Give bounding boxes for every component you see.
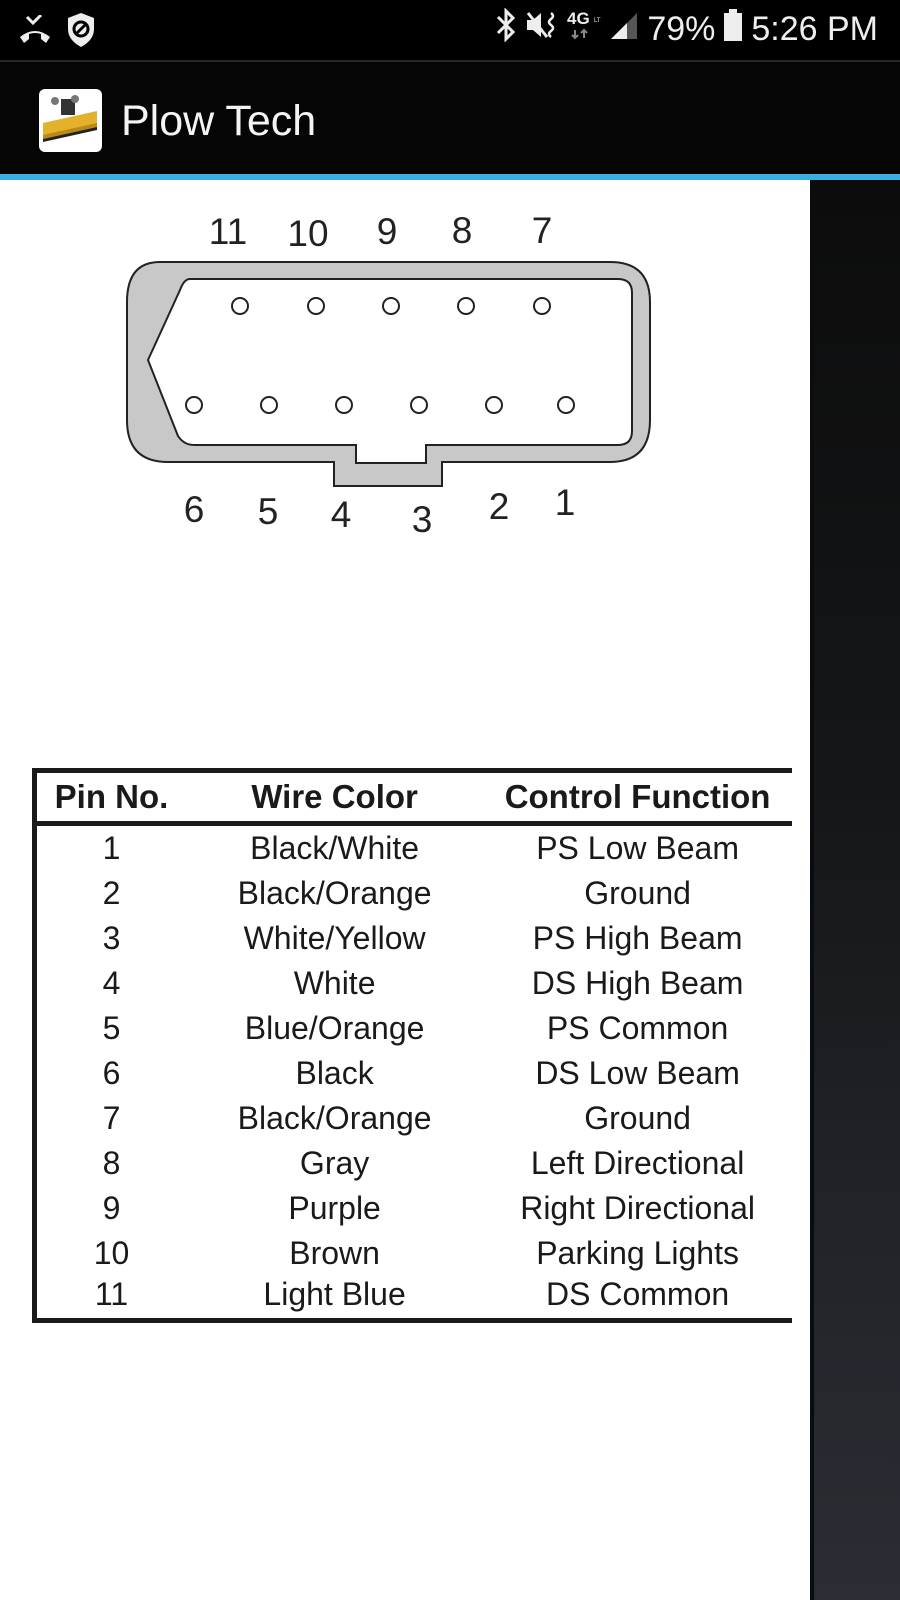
battery-icon: [723, 8, 743, 51]
status-bar: 4G LTE 79% 5:26 PM: [0, 0, 900, 60]
snow-plow-icon[interactable]: [39, 89, 102, 152]
app-title: Plow Tech: [121, 97, 317, 145]
bluetooth-icon: [495, 7, 517, 51]
header-wire-color: Wire Color: [186, 768, 484, 826]
table-row: 8 Gray Left Directional: [35, 1141, 793, 1186]
table-header-row: Pin No. Wire Color Control Function: [34, 768, 792, 826]
pin-number-label: 7: [532, 210, 553, 251]
wire-color-cell: Gray: [299, 1145, 370, 1181]
pin-hole: [260, 396, 278, 414]
control-function-cell: Left Directional: [530, 1145, 745, 1181]
pin-number-cell: 9: [102, 1190, 121, 1226]
pinout-table: Pin No. Wire Color Control Function 1 Bla…: [32, 768, 792, 1323]
pin-hole: [457, 297, 475, 315]
control-function-cell: Parking Lights: [536, 1235, 739, 1271]
header-pin-no: Pin No.: [34, 768, 187, 826]
control-function-cell: DS Low Beam: [535, 1055, 740, 1091]
pin-hole: [557, 396, 575, 414]
pin-number-cell: 3: [102, 920, 121, 956]
shield-block-icon: [66, 12, 96, 53]
pin-hole: [485, 396, 503, 414]
svg-text:4G: 4G: [567, 9, 590, 28]
control-function-cell: Ground: [584, 1100, 691, 1136]
wire-color-cell: White/Yellow: [243, 920, 426, 956]
pin-number-cell: 8: [102, 1145, 121, 1181]
missed-call-icon: [18, 13, 52, 50]
vibrate-mute-icon: [525, 10, 559, 49]
side-panel: [810, 180, 900, 1600]
control-function-cell: PS Common: [546, 1010, 729, 1046]
clock: 5:26 PM: [751, 10, 878, 48]
pin-number-cell: 5: [102, 1010, 121, 1046]
wire-color-cell: Brown: [289, 1235, 380, 1271]
pin-number-cell: 10: [93, 1235, 130, 1271]
wire-color-cell: White: [293, 965, 376, 1001]
pin-hole: [533, 297, 551, 315]
table-row: 5 Blue/Orange PS Common: [35, 1006, 793, 1051]
control-function-cell: Right Directional: [520, 1190, 755, 1226]
control-function-cell: DS Common: [483, 1276, 792, 1323]
pin-hole: [335, 396, 353, 414]
pin-number-cell: 1: [102, 830, 121, 866]
pin-hole: [185, 396, 203, 414]
pin-number-cell: 11: [34, 1276, 187, 1323]
control-function-cell: PS Low Beam: [536, 830, 739, 866]
control-function-cell: Ground: [584, 875, 691, 911]
app-bar: Plow Tech: [0, 62, 900, 174]
pin-hole: [410, 396, 428, 414]
pin-number-label: 2: [489, 486, 510, 527]
side-panel-edge: [810, 180, 814, 1600]
pin-number-label: 10: [287, 213, 328, 254]
pin-number-label: 3: [412, 499, 433, 540]
table-row: 9 Purple Right Directional: [35, 1186, 793, 1231]
control-function-cell: DS High Beam: [531, 965, 744, 1001]
pin-number-cell: 6: [102, 1055, 121, 1091]
table-row: 3 White/Yellow PS High Beam: [35, 916, 793, 961]
pin-hole: [307, 297, 325, 315]
wire-color-cell: Black: [295, 1055, 374, 1091]
pin-number-label: 5: [258, 491, 279, 532]
header-control-function: Control Function: [483, 768, 792, 826]
wire-color-cell: Black/Orange: [237, 1100, 432, 1136]
pin-number-label: 8: [452, 210, 473, 251]
wire-color-cell: Black/Orange: [237, 875, 432, 911]
battery-percent: 79%: [647, 10, 716, 48]
control-function-cell: PS High Beam: [532, 920, 743, 956]
wire-color-cell: Blue/Orange: [244, 1010, 425, 1046]
table-row: 6 Black DS Low Beam: [35, 1051, 793, 1096]
pin-number-label: 4: [331, 494, 352, 535]
pin-number-label: 1: [555, 482, 576, 523]
pin-number-label: 9: [377, 211, 398, 252]
4g-lte-icon: 4G LTE: [567, 8, 605, 51]
table-row: 4 White DS High Beam: [35, 961, 793, 1006]
pin-number-cell: 4: [102, 965, 121, 1001]
svg-text:LTE: LTE: [594, 18, 601, 24]
wire-color-cell: Black/White: [250, 830, 420, 866]
table-row: 10 Brown Parking Lights: [35, 1231, 793, 1276]
table-row: 2 Black/Orange Ground: [35, 871, 793, 916]
pin-number-label: 11: [209, 211, 247, 252]
wire-color-cell: Purple: [288, 1190, 381, 1226]
pin-hole: [382, 297, 400, 315]
pin-number-label: 6: [184, 489, 205, 530]
signal-icon: [609, 10, 639, 49]
table-row: 7 Black/Orange Ground: [35, 1096, 793, 1141]
pin-hole: [231, 297, 249, 315]
connector-diagram: 11 10 9 8 7 6 5 4 3 2 1: [126, 210, 651, 540]
table-row: 1 Black/White PS Low Beam: [35, 824, 793, 872]
pin-number-cell: 7: [102, 1100, 121, 1136]
content-area: 11 10 9 8 7 6 5 4 3 2 1 Pin No. Wire Color Control…: [0, 180, 810, 1600]
pin-number-cell: 2: [102, 875, 121, 911]
table-row: 11 Light Blue DS Common: [34, 1276, 792, 1323]
wire-color-cell: Light Blue: [186, 1276, 484, 1323]
